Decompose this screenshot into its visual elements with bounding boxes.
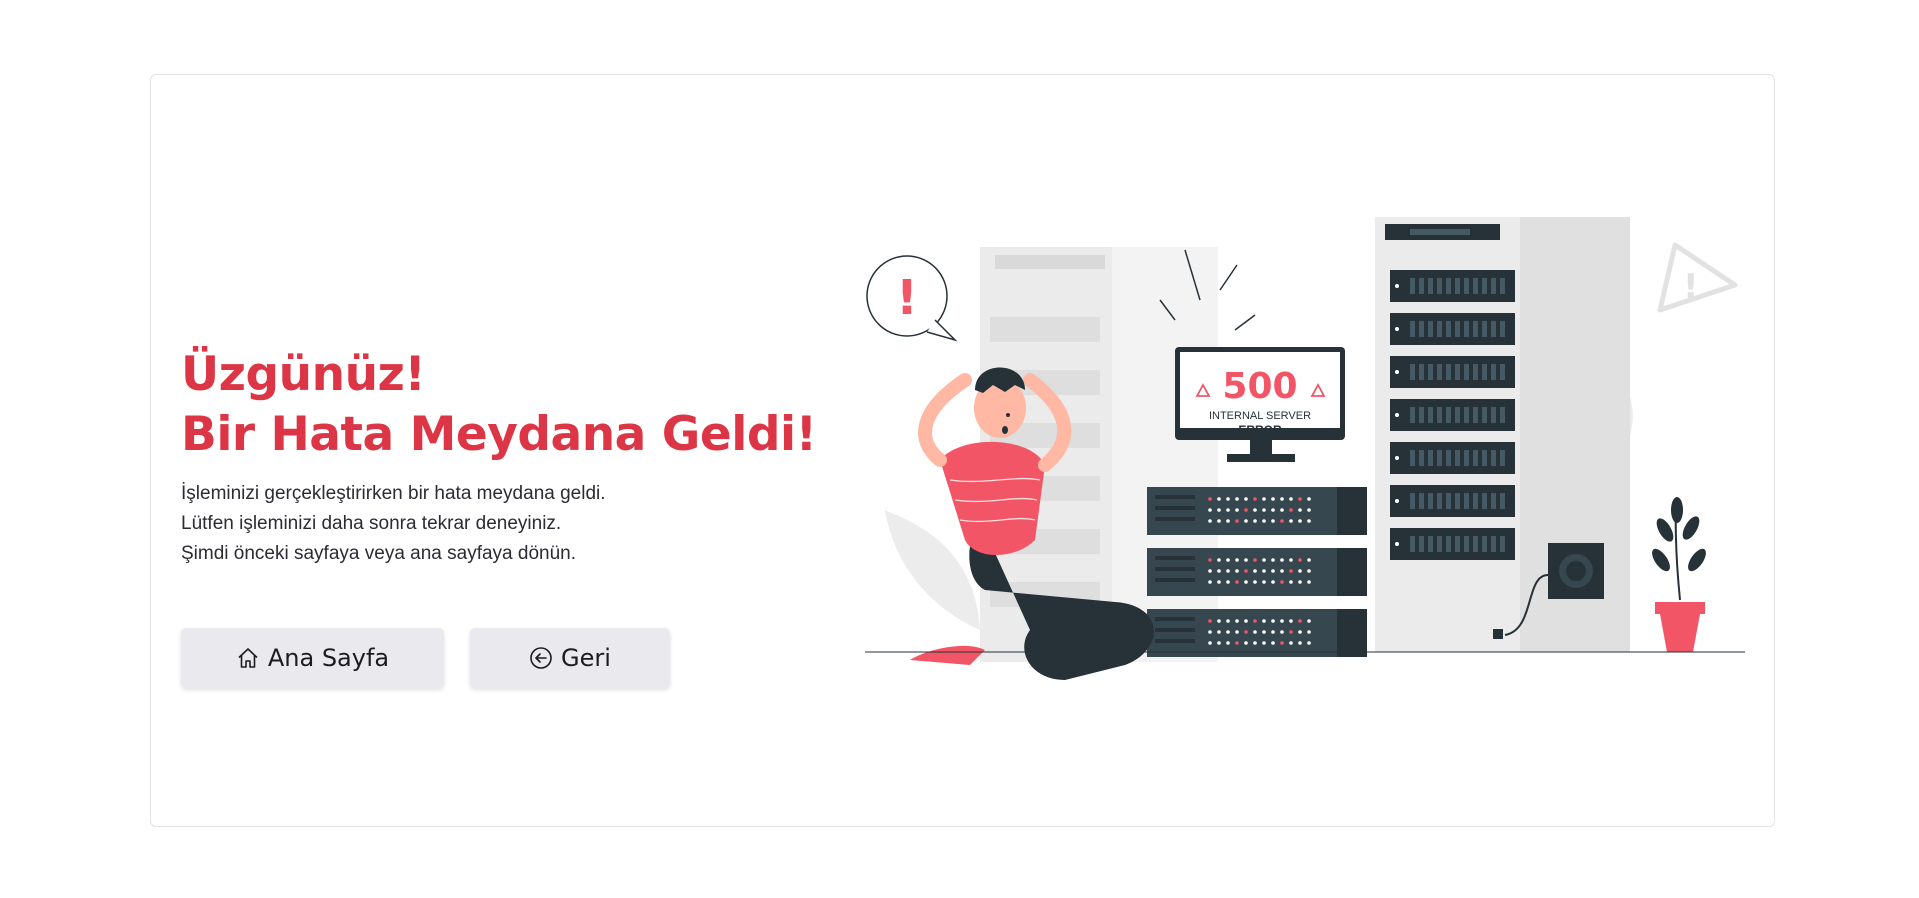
error-code: 500 bbox=[1222, 366, 1297, 407]
back-button-label: Geri bbox=[561, 644, 611, 672]
error-title-line-2: Bir Hata Meydana Geldi! bbox=[181, 407, 817, 462]
home-button-label: Ana Sayfa bbox=[267, 644, 390, 672]
error-text-line-2: ERROR bbox=[1238, 423, 1282, 437]
error-description: İşleminizi gerçekleştirirken bir hata me… bbox=[181, 479, 821, 569]
action-buttons: Ana Sayfa Geri bbox=[181, 628, 670, 688]
error-description-line-2: Lütfen işleminizi daha sonra tekrar dene… bbox=[181, 513, 562, 534]
arrow-left-circle-icon bbox=[529, 646, 553, 670]
back-button[interactable]: Geri bbox=[470, 628, 670, 688]
warning-triangle-mark: ! bbox=[1683, 267, 1699, 307]
server-stack bbox=[1147, 487, 1367, 657]
alert-mark: ! bbox=[896, 270, 918, 326]
error-description-line-3: Şimdi önceki sayfaya veya ana sayfaya dö… bbox=[181, 543, 577, 564]
error-text-line-1: INTERNAL SERVER bbox=[1209, 410, 1311, 422]
main-rack bbox=[1375, 217, 1630, 652]
error-description-line-1: İşleminizi gerçekleştirirken bir hata me… bbox=[181, 483, 606, 504]
potted-plant bbox=[1652, 497, 1706, 652]
house-icon bbox=[236, 646, 260, 670]
error-message-block: Üzgünüz! Bir Hata Meydana Geldi! İşlemin… bbox=[181, 345, 821, 569]
error-title: Üzgünüz! Bir Hata Meydana Geldi! bbox=[181, 345, 821, 465]
home-button[interactable]: Ana Sayfa bbox=[181, 628, 444, 688]
alert-speech-bubble: ! bbox=[866, 255, 958, 342]
error-title-line-1: Üzgünüz! bbox=[181, 347, 426, 402]
server-error-illustration: ! 500 INTERNAL SERVER ERROR ! bbox=[865, 217, 1745, 680]
